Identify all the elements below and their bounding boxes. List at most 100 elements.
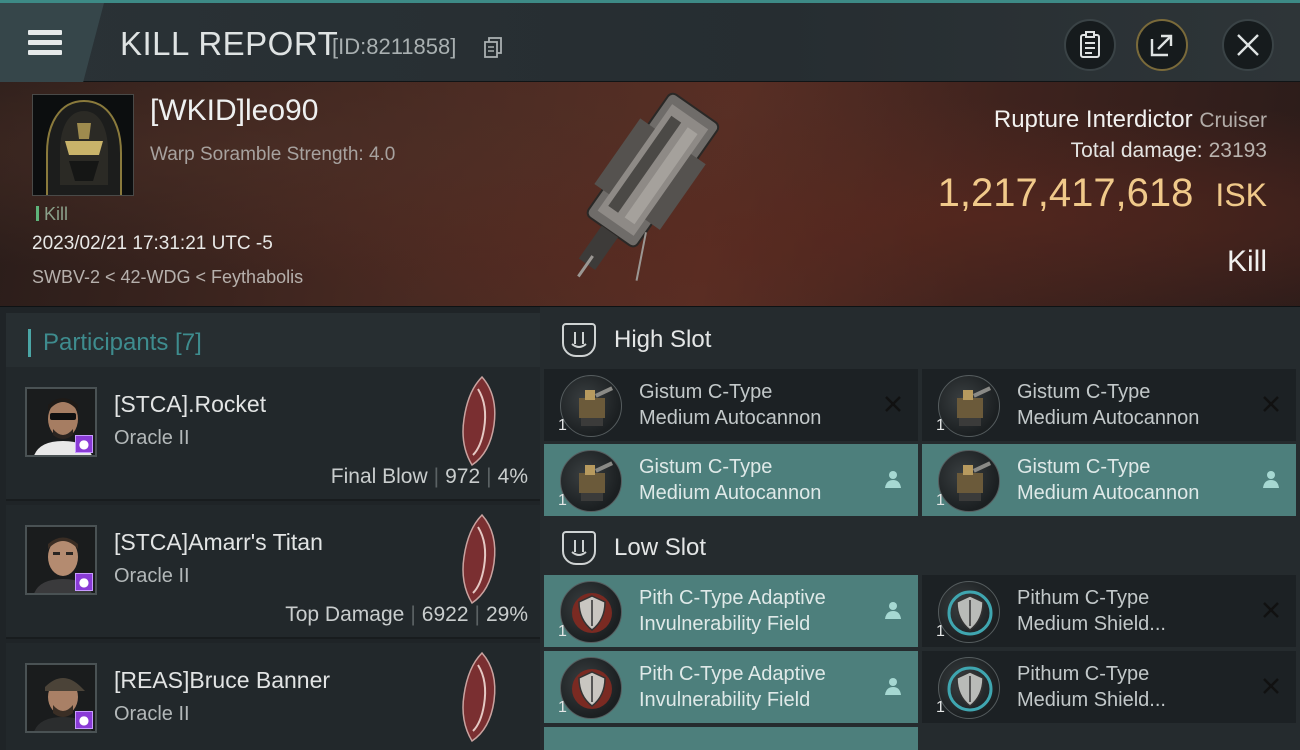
module-item[interactable]: 1 Gistum C-Type Medium Autocannon	[544, 369, 918, 441]
module-item[interactable]	[544, 727, 918, 750]
kill-tag: Kill	[36, 204, 68, 225]
ship-class: Cruiser	[1199, 109, 1267, 132]
ship-icon	[462, 651, 496, 743]
module-qty: 1	[936, 492, 945, 509]
module-qty: 1	[936, 417, 945, 434]
module-name: Pithum C-Type Medium Shield...	[1017, 661, 1257, 713]
participant-name[interactable]: [STCA]Amarr's Titan	[114, 529, 323, 556]
participant-stats: Top Damage | 6922 | 29%	[285, 603, 528, 626]
module-name-line2: Medium Autocannon	[639, 407, 822, 429]
autocannon-icon	[938, 450, 1000, 512]
isk-value: 1,217,417,618 ISK	[938, 171, 1267, 216]
participant-percent: 29%	[485, 603, 528, 626]
ship-icon	[462, 375, 496, 467]
participant-role: Final Blow	[330, 465, 428, 488]
module-item[interactable]: 1 Gistum C-Type Medium Autocannon	[544, 444, 918, 516]
module-qty: 1	[558, 417, 567, 434]
participant-damage: 972	[445, 465, 481, 488]
module-name-line2: Medium Autocannon	[1017, 482, 1200, 504]
person-badge-icon: ●	[75, 573, 93, 591]
ship-icon	[462, 513, 496, 605]
menu-button[interactable]	[0, 3, 104, 82]
low-slot-icon	[562, 531, 596, 565]
ship-type-name: Rupture Interdictor	[993, 106, 1193, 133]
module-qty: 1	[936, 699, 945, 716]
module-name-line1: Pithum C-Type	[1017, 663, 1150, 685]
clipboard-button[interactable]	[1064, 19, 1116, 71]
participant-row[interactable]: ● [STCA].Rocket Oracle II Final Blow | 972…	[6, 367, 540, 501]
ship-render[interactable]	[540, 86, 755, 296]
module-name-line1: Gistum C-Type	[1017, 456, 1151, 478]
module-name-line2: Invulnerability Field	[639, 613, 811, 635]
isk-amount: 1,217,417,618	[937, 171, 1194, 215]
fitting-panel: High Slot 1 Gistum C-Type Medium Autocann…	[540, 307, 1300, 750]
destroyed-x-icon	[1260, 393, 1282, 415]
shield-hardener-icon	[560, 657, 622, 719]
module-qty: 1	[558, 699, 567, 716]
module-name: Gistum C-Type Medium Autocannon	[639, 379, 879, 431]
module-name-line1: Gistum C-Type	[639, 456, 773, 478]
module-name-line1: Gistum C-Type	[639, 381, 773, 403]
warp-scramble-strength: Warp Soramble Strength: 4.0	[150, 144, 396, 165]
title-bar: KILL REPORT [ID:8211858]	[0, 0, 1300, 82]
module-item[interactable]: 1 Pithum C-Type Medium Shield...	[922, 651, 1296, 723]
share-icon	[1150, 34, 1173, 57]
participant-name[interactable]: [STCA].Rocket	[114, 391, 266, 418]
module-name-line1: Pith C-Type Adaptive	[639, 587, 826, 609]
module-name: Gistum C-Type Medium Autocannon	[1017, 454, 1257, 506]
module-item[interactable]: 1 Pith C-Type Adaptive Invulnerability Fi…	[544, 651, 918, 723]
helmet-icon	[33, 95, 133, 195]
total-damage: Total damage: 23193	[1071, 139, 1267, 163]
participant-row[interactable]: ● [STCA]Amarr's Titan Oracle II Top Dama…	[6, 505, 540, 639]
dropped-person-icon	[882, 468, 904, 490]
victim-ship[interactable]: Rupture Interdictor Cruiser	[994, 106, 1267, 134]
participants-header[interactable]: Participants [7]	[6, 313, 540, 373]
victim-portrait[interactable]	[32, 94, 134, 196]
dropped-person-icon	[882, 599, 904, 621]
close-button[interactable]	[1222, 19, 1274, 71]
destroyed-x-icon	[1260, 599, 1282, 621]
total-damage-value: 23193	[1208, 139, 1267, 162]
module-name-line1: Pithum C-Type	[1017, 587, 1150, 609]
participant-name[interactable]: [REAS]Bruce Banner	[114, 667, 330, 694]
module-item[interactable]: 1 Pithum C-Type Medium Shield...	[922, 575, 1296, 647]
module-name-line2: Medium Shield...	[1017, 613, 1166, 635]
person-badge-icon: ●	[75, 435, 93, 453]
module-name: Pithum C-Type Medium Shield...	[1017, 585, 1257, 637]
participant-percent: 4%	[497, 465, 528, 488]
shield-extender-icon	[938, 657, 1000, 719]
participant-portrait: ●	[25, 387, 97, 457]
autocannon-icon	[938, 375, 1000, 437]
kill-datetime: 2023/02/21 17:31:21 UTC -5	[32, 233, 273, 254]
low-slot-label: Low Slot	[614, 534, 707, 561]
module-item[interactable]: 1 Gistum C-Type Medium Autocannon	[922, 369, 1296, 441]
module-name: Gistum C-Type Medium Autocannon	[639, 454, 879, 506]
destroyed-x-icon	[1260, 675, 1282, 697]
module-name-line1: Gistum C-Type	[1017, 381, 1151, 403]
module-item[interactable]: 1 Pith C-Type Adaptive Invulnerability Fi…	[544, 575, 918, 647]
module-name-line2: Medium Autocannon	[1017, 407, 1200, 429]
total-damage-label: Total damage:	[1070, 139, 1203, 162]
copy-icon[interactable]	[484, 37, 504, 59]
participant-role: Top Damage	[285, 603, 405, 626]
participant-row[interactable]: ● [REAS]Bruce Banner Oracle II	[6, 643, 540, 750]
victim-name[interactable]: [WKID]leo90	[150, 94, 318, 128]
participants-panel: Participants [7] ● [STCA].Rocket Oracle …	[0, 307, 540, 750]
kill-id: [ID:8211858]	[332, 34, 457, 59]
module-qty: 1	[558, 623, 567, 640]
module-name: Pith C-Type Adaptive Invulnerability Fiel…	[639, 585, 879, 637]
module-name-line2: Medium Shield...	[1017, 689, 1166, 711]
high-slot-icon	[562, 323, 596, 357]
share-button[interactable]	[1136, 19, 1188, 71]
page-title: KILL REPORT	[120, 25, 339, 62]
dropped-person-icon	[882, 675, 904, 697]
participant-stats: Final Blow | 972 | 4%	[330, 465, 528, 488]
victim-header: [WKID]leo90 Warp Soramble Strength: 4.0 …	[0, 82, 1300, 307]
module-name-line2: Medium Autocannon	[639, 482, 822, 504]
module-item[interactable]: 1 Gistum C-Type Medium Autocannon	[922, 444, 1296, 516]
module-qty: 1	[558, 492, 567, 509]
low-slot-header: Low Slot	[540, 517, 1300, 579]
kill-location[interactable]: SWBV-2 < 42-WDG < Feythabolis	[32, 267, 303, 288]
module-name: Gistum C-Type Medium Autocannon	[1017, 379, 1257, 431]
participant-damage: 6922	[421, 603, 469, 626]
